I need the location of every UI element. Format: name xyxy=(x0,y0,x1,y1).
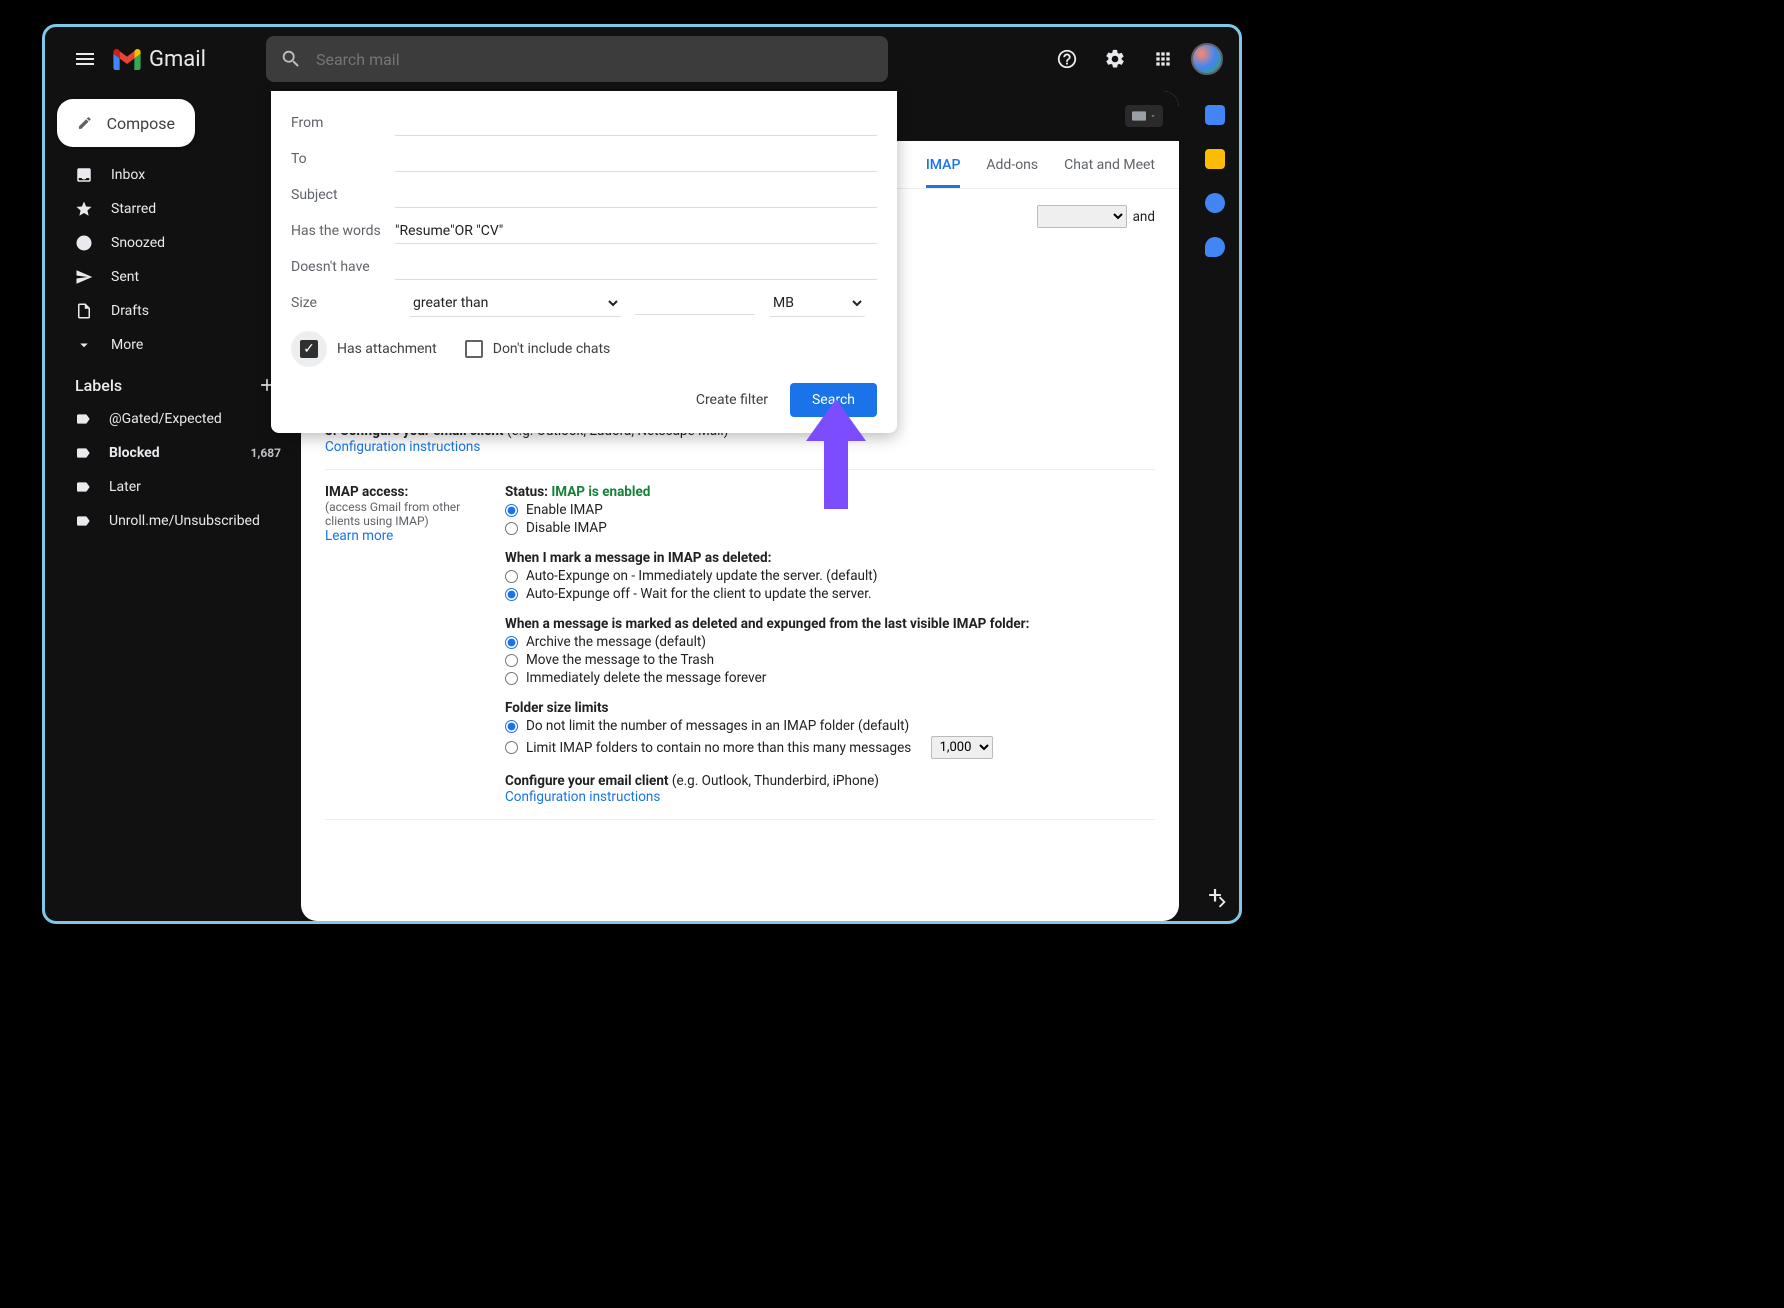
support-button[interactable] xyxy=(1047,39,1087,79)
has-words-input[interactable] xyxy=(395,219,877,244)
nav-more[interactable]: More xyxy=(61,329,293,361)
keyboard-icon xyxy=(1132,111,1146,121)
learn-more-link[interactable]: Learn more xyxy=(325,528,393,544)
disable-imap-radio[interactable]: Disable IMAP xyxy=(505,520,1155,536)
imap-access-label: IMAP access: (access Gmail from other cl… xyxy=(325,484,485,805)
gmail-icon xyxy=(113,48,141,70)
imap-section: IMAP access: (access Gmail from other cl… xyxy=(325,469,1155,820)
imap-config-link[interactable]: Configuration instructions xyxy=(505,789,660,805)
tab-imap[interactable]: IMAP xyxy=(926,157,961,188)
create-filter-link[interactable]: Create filter xyxy=(696,392,768,408)
label-icon xyxy=(75,411,91,427)
search-bar[interactable] xyxy=(266,36,888,82)
tab-addons[interactable]: Add-ons xyxy=(986,157,1038,188)
size-value-input[interactable] xyxy=(635,291,755,315)
pop-config-link[interactable]: Configuration instructions xyxy=(325,439,480,455)
nav-list: Inbox Starred Snoozed Sent Drafts More xyxy=(53,159,293,361)
keep-icon[interactable] xyxy=(1205,149,1225,169)
account-avatar[interactable] xyxy=(1191,43,1223,75)
caret-down-icon xyxy=(1149,112,1157,120)
and-label: and xyxy=(1133,209,1155,225)
size-unit-select[interactable]: MB xyxy=(769,290,865,317)
compose-button[interactable]: Compose xyxy=(57,99,195,147)
compose-label: Compose xyxy=(107,114,175,133)
folder-limit[interactable]: Limit IMAP folders to contain no more th… xyxy=(505,736,1155,759)
inbox-icon xyxy=(75,166,93,184)
apps-icon xyxy=(1153,49,1173,69)
gear-icon xyxy=(1104,48,1126,70)
to-input[interactable] xyxy=(395,147,877,172)
label-later[interactable]: Later xyxy=(61,471,293,503)
labels-header: Labels xyxy=(53,361,293,403)
star-icon xyxy=(75,200,93,218)
header-actions xyxy=(1047,39,1223,79)
hamburger-icon xyxy=(73,47,97,71)
search-icon xyxy=(280,48,302,70)
label-icon xyxy=(75,445,91,461)
contacts-icon[interactable] xyxy=(1205,237,1225,257)
doesnt-have-input[interactable] xyxy=(395,255,877,280)
from-input[interactable] xyxy=(395,111,877,136)
subject-input[interactable] xyxy=(395,183,877,208)
auto-expunge-off[interactable]: Auto-Expunge off - Wait for the client t… xyxy=(505,586,1155,602)
label-gated[interactable]: @Gated/Expected xyxy=(61,403,293,435)
pencil-icon xyxy=(77,113,93,133)
nav-inbox[interactable]: Inbox xyxy=(61,159,293,191)
dont-include-chats-checkbox[interactable]: Don't include chats xyxy=(465,340,611,358)
nav-sent[interactable]: Sent xyxy=(61,261,293,293)
label-blocked[interactable]: Blocked1,687 xyxy=(61,437,293,469)
input-tools-button[interactable] xyxy=(1125,105,1163,127)
expunge-archive[interactable]: Archive the message (default) xyxy=(505,634,1155,650)
sidebar: Compose Inbox Starred Snoozed Sent Draft… xyxy=(45,91,301,921)
folder-no-limit[interactable]: Do not limit the number of messages in a… xyxy=(505,718,1155,734)
search-input[interactable] xyxy=(316,50,874,69)
file-icon xyxy=(75,302,93,320)
label-icon xyxy=(75,513,91,529)
auto-expunge-on[interactable]: Auto-Expunge on - Immediately update the… xyxy=(505,568,1155,584)
nav-starred[interactable]: Starred xyxy=(61,193,293,225)
side-panel-toggle[interactable] xyxy=(1211,891,1233,913)
gmail-logo[interactable]: Gmail xyxy=(113,47,206,72)
has-attachment-checkbox[interactable]: ✓ Has attachment xyxy=(291,331,437,367)
search-filter-form: From To Subject Has the words Doesn't ha… xyxy=(271,91,897,433)
chevron-down-icon xyxy=(75,336,93,354)
nav-drafts[interactable]: Drafts xyxy=(61,295,293,327)
app-name: Gmail xyxy=(149,47,206,72)
pop-range-select[interactable] xyxy=(1037,205,1127,228)
annotation-arrow-icon xyxy=(801,399,871,509)
tasks-icon[interactable] xyxy=(1205,193,1225,213)
app-window: Gmail Compose Inbox xyxy=(42,24,1242,924)
help-icon xyxy=(1056,48,1078,70)
main-menu-button[interactable] xyxy=(61,35,109,83)
labels-list: @Gated/Expected Blocked1,687 Later Unrol… xyxy=(53,403,293,537)
expunge-trash[interactable]: Move the message to the Trash xyxy=(505,652,1155,668)
settings-button[interactable] xyxy=(1095,39,1135,79)
side-panel: + xyxy=(1191,91,1239,921)
clock-icon xyxy=(75,234,93,252)
apps-button[interactable] xyxy=(1143,39,1183,79)
nav-snoozed[interactable]: Snoozed xyxy=(61,227,293,259)
folder-limit-select[interactable]: 1,000 xyxy=(931,736,993,759)
expunge-delete[interactable]: Immediately delete the message forever xyxy=(505,670,1155,686)
header: Gmail xyxy=(45,27,1239,91)
checkbox-checked-icon: ✓ xyxy=(300,340,318,358)
size-op-select[interactable]: greater than xyxy=(409,290,621,317)
calendar-icon[interactable] xyxy=(1205,105,1225,125)
send-icon xyxy=(75,268,93,286)
checkbox-icon xyxy=(465,340,483,358)
label-unroll[interactable]: Unroll.me/Unsubscribed xyxy=(61,505,293,537)
tab-chat-meet[interactable]: Chat and Meet xyxy=(1064,157,1155,188)
label-icon xyxy=(75,479,91,495)
